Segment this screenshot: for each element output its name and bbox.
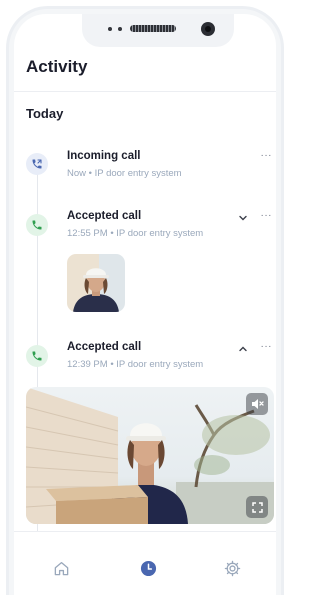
- header-divider: [14, 91, 276, 92]
- video-frame-scene: [26, 387, 274, 524]
- device-notch: [82, 14, 234, 47]
- call-video-player[interactable]: [26, 387, 274, 524]
- visitor-snapshot-thumbnail[interactable]: [67, 254, 125, 312]
- activity-title: Incoming call: [67, 150, 141, 162]
- fullscreen-icon[interactable]: [246, 496, 268, 518]
- sensor-dot: [118, 27, 122, 31]
- app-screen: Activity Today Incoming call Now • IP do…: [14, 14, 276, 595]
- phone-icon: [26, 345, 48, 367]
- more-options-button[interactable]: ···: [261, 210, 273, 221]
- activity-source: IP door entry system: [116, 228, 204, 239]
- meta-separator: •: [110, 228, 114, 239]
- bottom-nav: [14, 531, 276, 595]
- meta-separator: •: [110, 359, 114, 370]
- activity-meta: Now • IP door entry system: [67, 168, 182, 179]
- sensor-dot: [108, 27, 112, 31]
- chevron-down-icon[interactable]: [238, 213, 248, 223]
- activity-time: Now: [67, 168, 87, 179]
- history-icon[interactable]: [138, 558, 158, 578]
- phone-icon: [26, 214, 48, 236]
- section-label-today: Today: [26, 106, 64, 121]
- settings-icon[interactable]: [222, 558, 242, 578]
- more-options-button[interactable]: ···: [261, 341, 273, 352]
- activity-source: IP door entry system: [94, 168, 182, 179]
- activity-meta: 12:39 PM • IP door entry system: [67, 359, 203, 370]
- activity-meta: 12:55 PM • IP door entry system: [67, 228, 203, 239]
- activity-source: IP door entry system: [116, 359, 204, 370]
- home-icon[interactable]: [51, 558, 71, 578]
- mute-icon[interactable]: [246, 393, 268, 415]
- activity-title: Accepted call: [67, 210, 142, 222]
- activity-time: 12:39 PM: [67, 359, 108, 370]
- page-title: Activity: [26, 57, 88, 76]
- more-options-button[interactable]: ···: [261, 150, 273, 161]
- activity-time: 12:55 PM: [67, 228, 108, 239]
- chevron-up-icon[interactable]: [238, 344, 248, 354]
- phone-incoming-icon: [26, 153, 48, 175]
- meta-separator: •: [88, 168, 92, 179]
- speaker-grille: [130, 25, 176, 32]
- activity-title: Accepted call: [67, 341, 142, 353]
- front-camera: [201, 22, 215, 36]
